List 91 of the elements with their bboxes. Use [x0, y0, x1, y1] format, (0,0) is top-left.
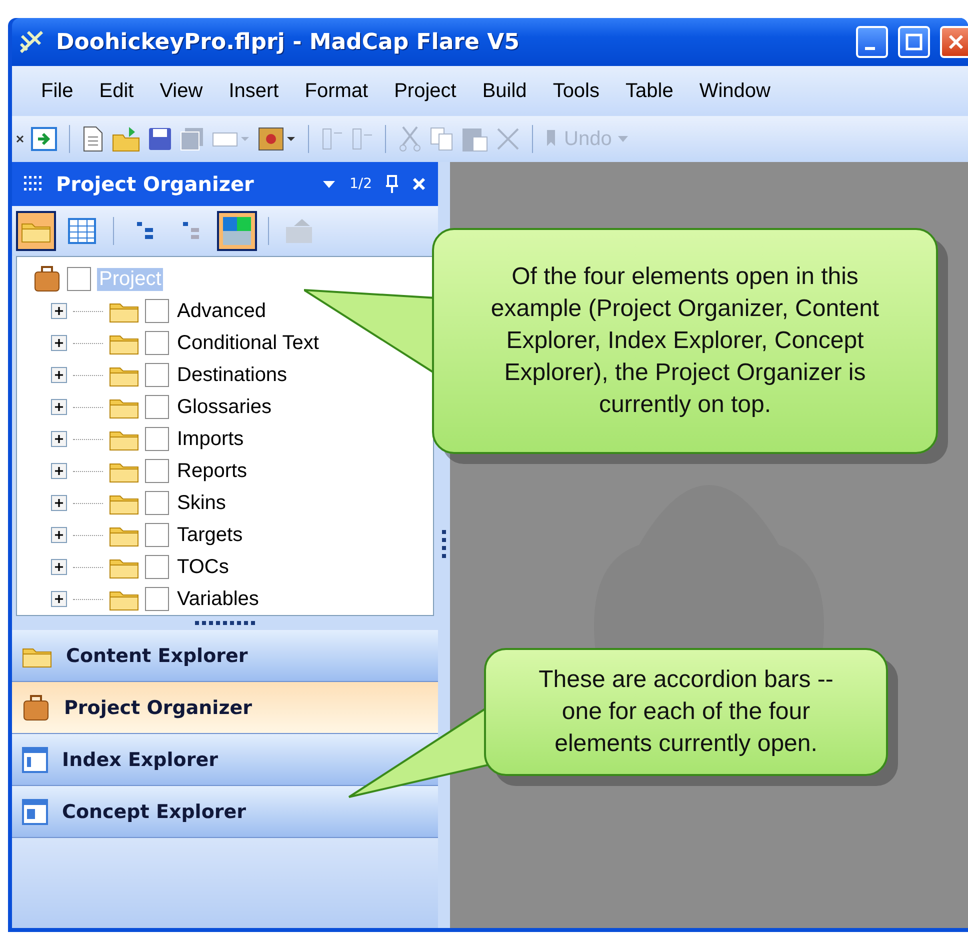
index-window-icon	[22, 746, 48, 772]
menu-item[interactable]: Project	[381, 80, 470, 102]
close-icon[interactable]	[412, 177, 426, 191]
menu-item[interactable]: Table	[612, 80, 686, 102]
tree-item[interactable]: Skins	[175, 492, 228, 514]
color-grid-icon	[222, 216, 252, 246]
checkbox[interactable]	[145, 491, 169, 515]
save-icon[interactable]	[147, 126, 173, 152]
accordion-label: Content Explorer	[66, 644, 248, 666]
open-folder-icon[interactable]	[111, 125, 141, 153]
menu-item[interactable]: Build	[469, 80, 540, 102]
expand-toggle[interactable]	[51, 335, 67, 351]
tree-item[interactable]: Imports	[175, 428, 246, 450]
accordion-bar[interactable]: Content Explorer	[12, 630, 438, 682]
expand-toggle[interactable]	[51, 367, 67, 383]
checkbox[interactable]	[145, 331, 169, 355]
checkbox[interactable]	[67, 267, 91, 291]
plus-icon	[54, 402, 64, 412]
expand-toggle[interactable]	[51, 495, 67, 511]
briefcase-icon	[22, 694, 50, 722]
page-indicator: 1/2	[349, 176, 372, 192]
splitter-grip-icon[interactable]	[442, 530, 446, 560]
expand-toggle[interactable]	[51, 559, 67, 575]
plus-icon	[54, 370, 64, 380]
window-title: DoohickeyPro.flprj - MadCap Flare V5	[56, 30, 520, 54]
plus-icon	[54, 306, 64, 316]
expand-toggle[interactable]	[51, 463, 67, 479]
expand-toggle[interactable]	[51, 399, 67, 415]
list-icon	[181, 220, 201, 242]
app-logo-icon	[18, 28, 46, 56]
checkbox[interactable]	[145, 555, 169, 579]
accordion-bar[interactable]: Project Organizer	[12, 682, 438, 734]
minimize-button[interactable]	[856, 26, 888, 58]
callout-text: Of the four elements open in this example (Project Organizer, Content Explorer, Index Explorer, Concept Explorer), the Project Organizer is currently on top.	[490, 262, 880, 420]
checkbox[interactable]	[145, 395, 169, 419]
plus-icon	[54, 338, 64, 348]
start-page-icon[interactable]	[30, 125, 58, 153]
panel-title: Project Organizer	[56, 172, 255, 196]
close-icon	[947, 33, 965, 51]
maximize-icon	[905, 33, 923, 51]
tree-item[interactable]: Destinations	[175, 364, 290, 386]
maximize-button[interactable]	[898, 26, 930, 58]
menu-item[interactable]: Format	[292, 80, 382, 102]
color-view-button[interactable]	[217, 211, 257, 251]
briefcase-icon	[33, 265, 61, 293]
menu-item[interactable]: File	[28, 80, 86, 102]
plus-icon	[54, 530, 64, 540]
expand-toggle[interactable]	[51, 591, 67, 607]
checkbox[interactable]	[145, 299, 169, 323]
expand-toggle[interactable]	[51, 527, 67, 543]
menu-item[interactable]: Insert	[216, 80, 292, 102]
accordion-label: Project Organizer	[64, 696, 252, 718]
accordion-label: Concept Explorer	[62, 800, 246, 822]
splitter-grip-icon[interactable]	[195, 621, 255, 625]
menu-item[interactable]: View	[146, 80, 216, 102]
close-button[interactable]	[940, 26, 968, 58]
plus-icon	[54, 498, 64, 508]
tree-item[interactable]: Conditional Text	[175, 332, 321, 354]
checkbox[interactable]	[145, 587, 169, 611]
menu-item[interactable]: Edit	[86, 80, 147, 102]
new-document-icon[interactable]	[81, 125, 105, 153]
concept-window-icon	[22, 798, 48, 824]
table-icon	[68, 218, 96, 244]
expand-toggle[interactable]	[51, 303, 67, 319]
accordion-bar[interactable]: Concept Explorer	[12, 786, 438, 838]
minimize-icon	[865, 46, 875, 50]
tree-item[interactable]: Targets	[175, 524, 245, 546]
menu-item[interactable]: Window	[686, 80, 784, 102]
expand-toggle[interactable]	[51, 431, 67, 447]
tree-icon	[135, 220, 155, 242]
plus-icon	[54, 594, 64, 604]
tree-item[interactable]: Reports	[175, 460, 250, 482]
pin-icon[interactable]	[386, 175, 398, 193]
tree-item[interactable]: Glossaries	[175, 396, 274, 418]
checkbox[interactable]	[145, 427, 169, 451]
plus-icon	[54, 562, 64, 572]
build-dropdown-icon[interactable]	[257, 125, 297, 153]
folder-view-button[interactable]	[16, 211, 56, 251]
checkbox[interactable]	[145, 459, 169, 483]
accordion-label: Index Explorer	[62, 748, 218, 770]
tree-item[interactable]: TOCs	[175, 556, 231, 578]
plus-icon	[54, 434, 64, 444]
menu-item[interactable]: Tools	[540, 80, 613, 102]
tree-item[interactable]: Variables	[175, 588, 261, 610]
tree-item[interactable]: Advanced	[175, 300, 268, 322]
callout-text: These are accordion bars -- one for each of the four elements currently open.	[538, 665, 834, 759]
caret-icon	[618, 136, 628, 142]
checkbox[interactable]	[145, 363, 169, 387]
plus-icon	[54, 466, 64, 476]
checkbox[interactable]	[145, 523, 169, 547]
caret-icon[interactable]	[323, 180, 336, 188]
